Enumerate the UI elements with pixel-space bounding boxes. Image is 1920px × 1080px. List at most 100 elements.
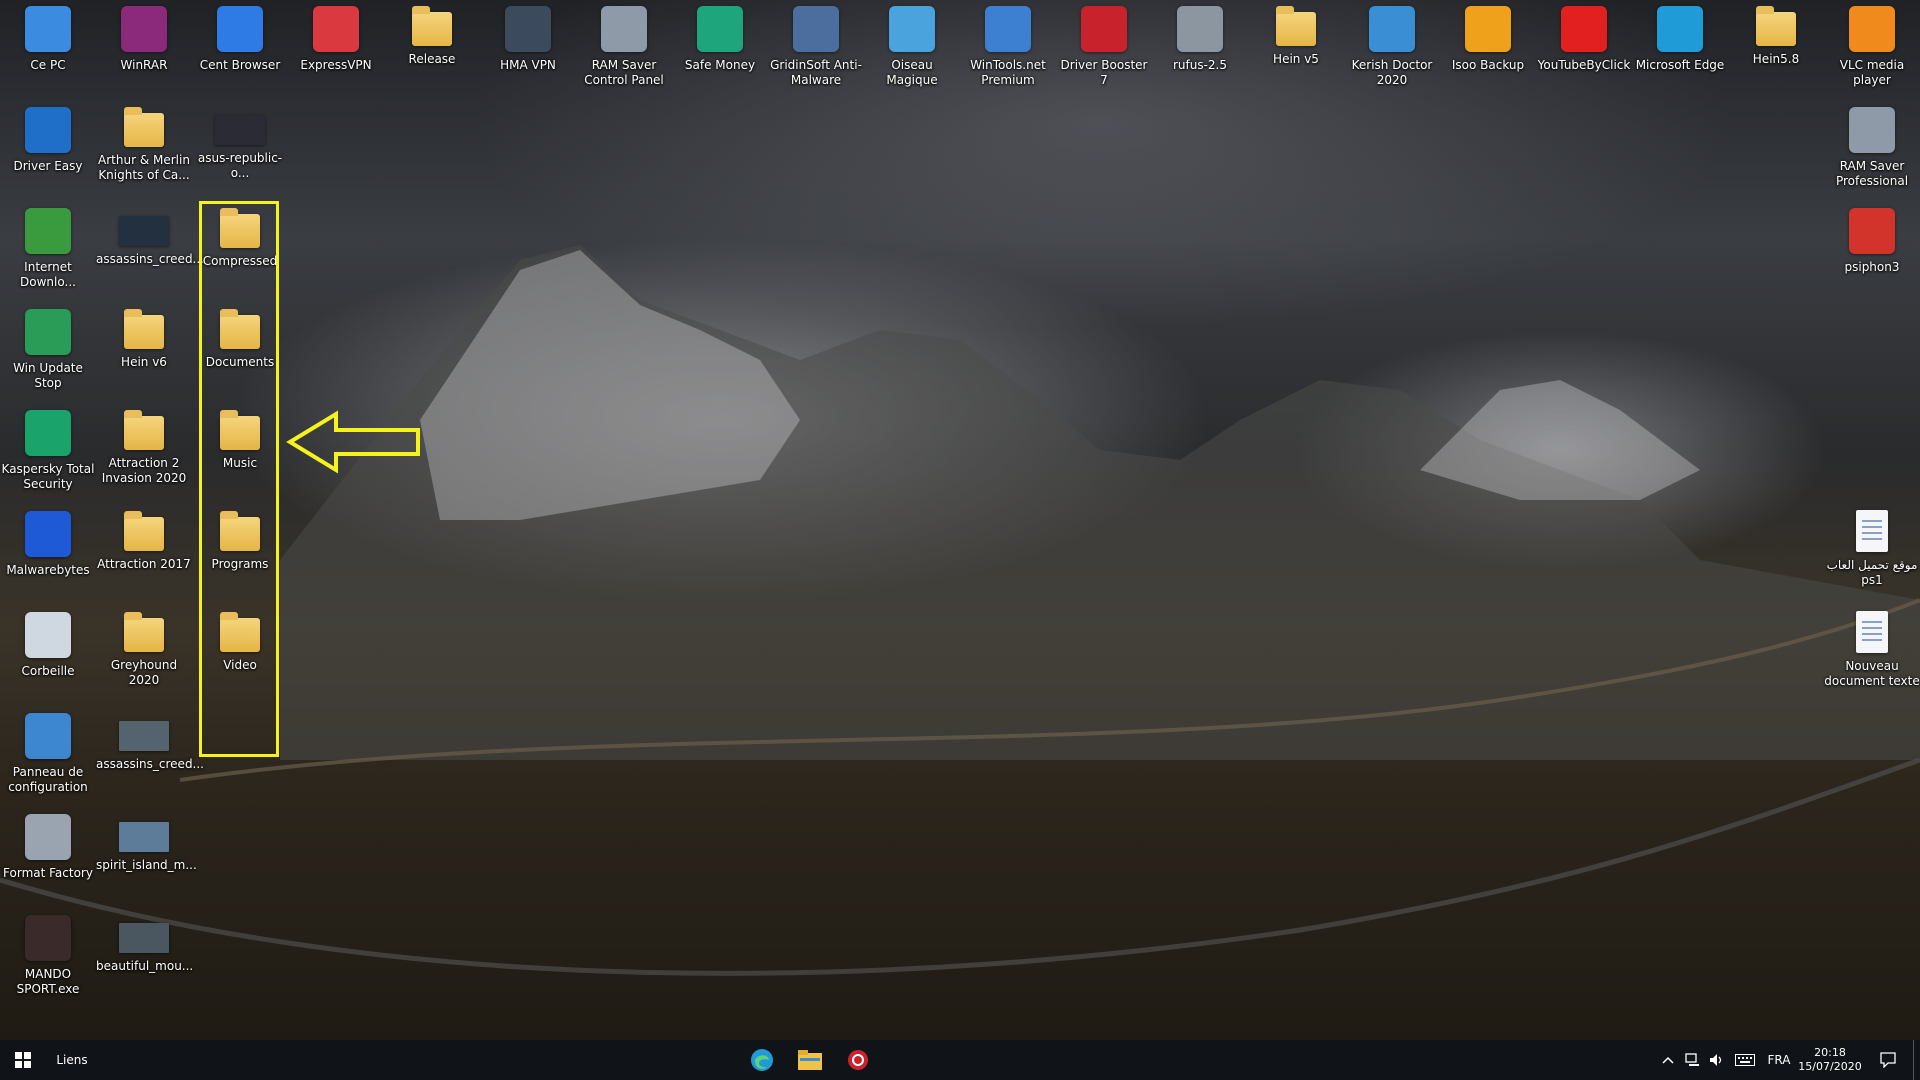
folder-icon — [124, 511, 164, 551]
volume-icon[interactable] — [1706, 1040, 1728, 1080]
folder-icon — [124, 107, 164, 147]
folder-icon — [1756, 6, 1796, 46]
keyboard-icon[interactable] — [1732, 1040, 1758, 1080]
desktop-icon-psiphon3[interactable]: psiphon3 — [1824, 208, 1920, 308]
network-icon[interactable] — [1682, 1040, 1704, 1080]
image-thumbnail-icon — [119, 721, 169, 751]
taskbar-pinned-file-explorer[interactable] — [788, 1040, 832, 1080]
psiphon-icon — [1849, 208, 1895, 254]
taskbar-pinned-driver-booster[interactable] — [836, 1040, 880, 1080]
desktop-icon-mando-sport-exe[interactable]: MANDO SPORT.exe — [0, 915, 96, 1015]
desktop-icon-greyhound-2020[interactable]: Greyhound 2020 — [96, 612, 192, 712]
edge-icon — [1657, 6, 1703, 52]
desktop-icon-label: Malwarebytes — [6, 563, 90, 577]
desktop-icon-youtubebyclick[interactable]: YouTubeByClick — [1536, 6, 1632, 106]
desktop-icon-ram-saver-professional[interactable]: RAM Saver Professional — [1824, 107, 1920, 207]
links-toolbar[interactable]: Liens — [52, 1040, 92, 1080]
desktop-icon-kerish-doctor-2020[interactable]: Kerish Doctor 2020 — [1344, 6, 1440, 106]
desktop-icon-hma-vpn[interactable]: HMA VPN — [480, 6, 576, 106]
desktop-icon-ce-pc[interactable]: Ce PC — [0, 6, 96, 106]
desktop-icon-ps1[interactable]: موقع تحميل العاب ps1 — [1824, 510, 1920, 610]
desktop-icon-safe-money[interactable]: Safe Money — [672, 6, 768, 106]
taskbar: Liens FRA 20:18 15/07/2020 — [0, 1040, 1920, 1080]
desktop-icon-winrar[interactable]: WinRAR — [96, 6, 192, 106]
desktop-icon-asus-republic-o[interactable]: asus-republic-o... — [192, 107, 288, 207]
control-panel-icon — [25, 713, 71, 759]
desktop-icon-arthur-merlin-knights-of-ca[interactable]: Arthur & Merlin Knights of Ca... — [96, 107, 192, 207]
edge-icon — [751, 1049, 773, 1071]
mando-sport-icon — [25, 915, 71, 961]
vlc-icon — [1849, 6, 1895, 52]
gridinsoft-icon — [793, 6, 839, 52]
desktop-icon-release[interactable]: Release — [384, 6, 480, 106]
desktop-icon-label: GridinSoft Anti-Malware — [770, 58, 862, 87]
desktop-icon-label: Isoo Backup — [1451, 58, 1525, 72]
youtube-icon — [1561, 6, 1607, 52]
folder-icon — [1276, 6, 1316, 46]
desktop-icon-malwarebytes[interactable]: Malwarebytes — [0, 511, 96, 611]
desktop-icon-attraction-2017[interactable]: Attraction 2017 — [96, 511, 192, 611]
desktop-icon-gridinsoft-anti-malware[interactable]: GridinSoft Anti-Malware — [768, 6, 864, 106]
show-hidden-icons-chevron-icon[interactable] — [1658, 1040, 1678, 1080]
desktop-icon-cent-browser[interactable]: Cent Browser — [192, 6, 288, 106]
kaspersky-icon — [25, 410, 71, 456]
desktop-icon-driver-booster-7[interactable]: Driver Booster 7 — [1056, 6, 1152, 106]
file-explorer-icon — [798, 1050, 822, 1070]
desktop-icon-assassins-creed[interactable]: assassins_creed... — [96, 208, 204, 308]
desktop-icon-label: spirit_island_m... — [96, 858, 197, 872]
desktop-icon-label: Oiseau Magique — [886, 58, 938, 87]
desktop-icon-expressvpn[interactable]: ExpressVPN — [288, 6, 384, 106]
desktop-icon-label: assassins_creed... — [96, 252, 204, 266]
clock-time: 20:18 — [1814, 1046, 1846, 1059]
desktop-icon-hein-v6[interactable]: Hein v6 — [96, 309, 192, 409]
desktop-icon-wintools-net-premium[interactable]: WinTools.net Premium — [960, 6, 1056, 106]
start-button[interactable] — [0, 1040, 46, 1080]
desktop-icon-corbeille[interactable]: Corbeille — [0, 612, 96, 712]
desktop-icon-label: Panneau de configuration — [8, 765, 88, 794]
desktop-icon-label: Win Update Stop — [13, 361, 83, 390]
isoo-backup-icon — [1465, 6, 1511, 52]
desktop-icon-label: RAM Saver Professional — [1835, 159, 1909, 188]
desktop-icon-spirit-island-m[interactable]: spirit_island_m... — [96, 814, 197, 914]
show-desktop-button[interactable] — [1913, 1040, 1920, 1080]
desktop-icon-label: beautiful_mou... — [96, 959, 194, 973]
desktop-icon-vlc-media-player[interactable]: VLC media player — [1824, 6, 1920, 106]
desktop-icon-hein-v5[interactable]: Hein v5 — [1248, 6, 1344, 106]
desktop-icon-driver-easy[interactable]: Driver Easy — [0, 107, 96, 207]
notifications-icon[interactable] — [1870, 1040, 1906, 1080]
desktop-icon-label: Driver Easy — [13, 159, 83, 173]
expressvpn-icon — [313, 6, 359, 52]
driver-booster-icon — [1081, 6, 1127, 52]
desktop-icon-label: Hein5.8 — [1752, 52, 1800, 66]
desktop-icon-panneau-de-configuration[interactable]: Panneau de configuration — [0, 713, 96, 813]
folder-icon — [124, 410, 164, 450]
desktop-icon-label: موقع تحميل العاب ps1 — [1826, 558, 1918, 587]
desktop-icon-ram-saver-control-panel[interactable]: RAM Saver Control Panel — [576, 6, 672, 106]
desktop-icon-attraction-2-invasion-2020[interactable]: Attraction 2 Invasion 2020 — [96, 410, 192, 510]
text-document-icon — [1856, 510, 1888, 552]
ram-saver-icon — [1849, 107, 1895, 153]
desktop-icon-oiseau-magique[interactable]: Oiseau Magique — [864, 6, 960, 106]
desktop-icon-microsoft-edge[interactable]: Microsoft Edge — [1632, 6, 1728, 106]
desktop-icon-internet-downlo[interactable]: Internet Downlo... — [0, 208, 96, 308]
desktop-icon-label: Greyhound 2020 — [110, 658, 178, 687]
desktop-icon-isoo-backup[interactable]: Isoo Backup — [1440, 6, 1536, 106]
desktop-icon-assassins-creed[interactable]: assassins_creed... — [96, 713, 204, 813]
desktop-icon-nouveau-document-texte[interactable]: Nouveau document texte — [1824, 611, 1920, 711]
image-thumbnail-icon — [119, 822, 169, 852]
desktop-icon-label: Kaspersky Total Security — [1, 462, 95, 491]
desktop-icon-label: Safe Money — [684, 58, 756, 72]
desktop-icon-beautiful-mou[interactable]: beautiful_mou... — [96, 915, 194, 1015]
desktop-icon-kaspersky-total-security[interactable]: Kaspersky Total Security — [0, 410, 96, 510]
input-language-indicator[interactable]: FRA — [1764, 1040, 1794, 1080]
desktop-icon-win-update-stop[interactable]: Win Update Stop — [0, 309, 96, 409]
clock-date: 15/07/2020 — [1798, 1060, 1862, 1073]
desktop-icon-format-factory[interactable]: Format Factory — [0, 814, 96, 914]
yellow-arrow-annotation — [286, 410, 420, 474]
desktop-icon-label: Internet Downlo... — [20, 260, 76, 289]
taskbar-pinned-edge[interactable] — [740, 1040, 784, 1080]
desktop-icon-rufus-2-5[interactable]: rufus-2.5 — [1152, 6, 1248, 106]
clock[interactable]: 20:18 15/07/2020 — [1796, 1040, 1864, 1080]
desktop-icon-hein5-8[interactable]: Hein5.8 — [1728, 6, 1824, 106]
internet-download-manager-icon — [25, 208, 71, 254]
